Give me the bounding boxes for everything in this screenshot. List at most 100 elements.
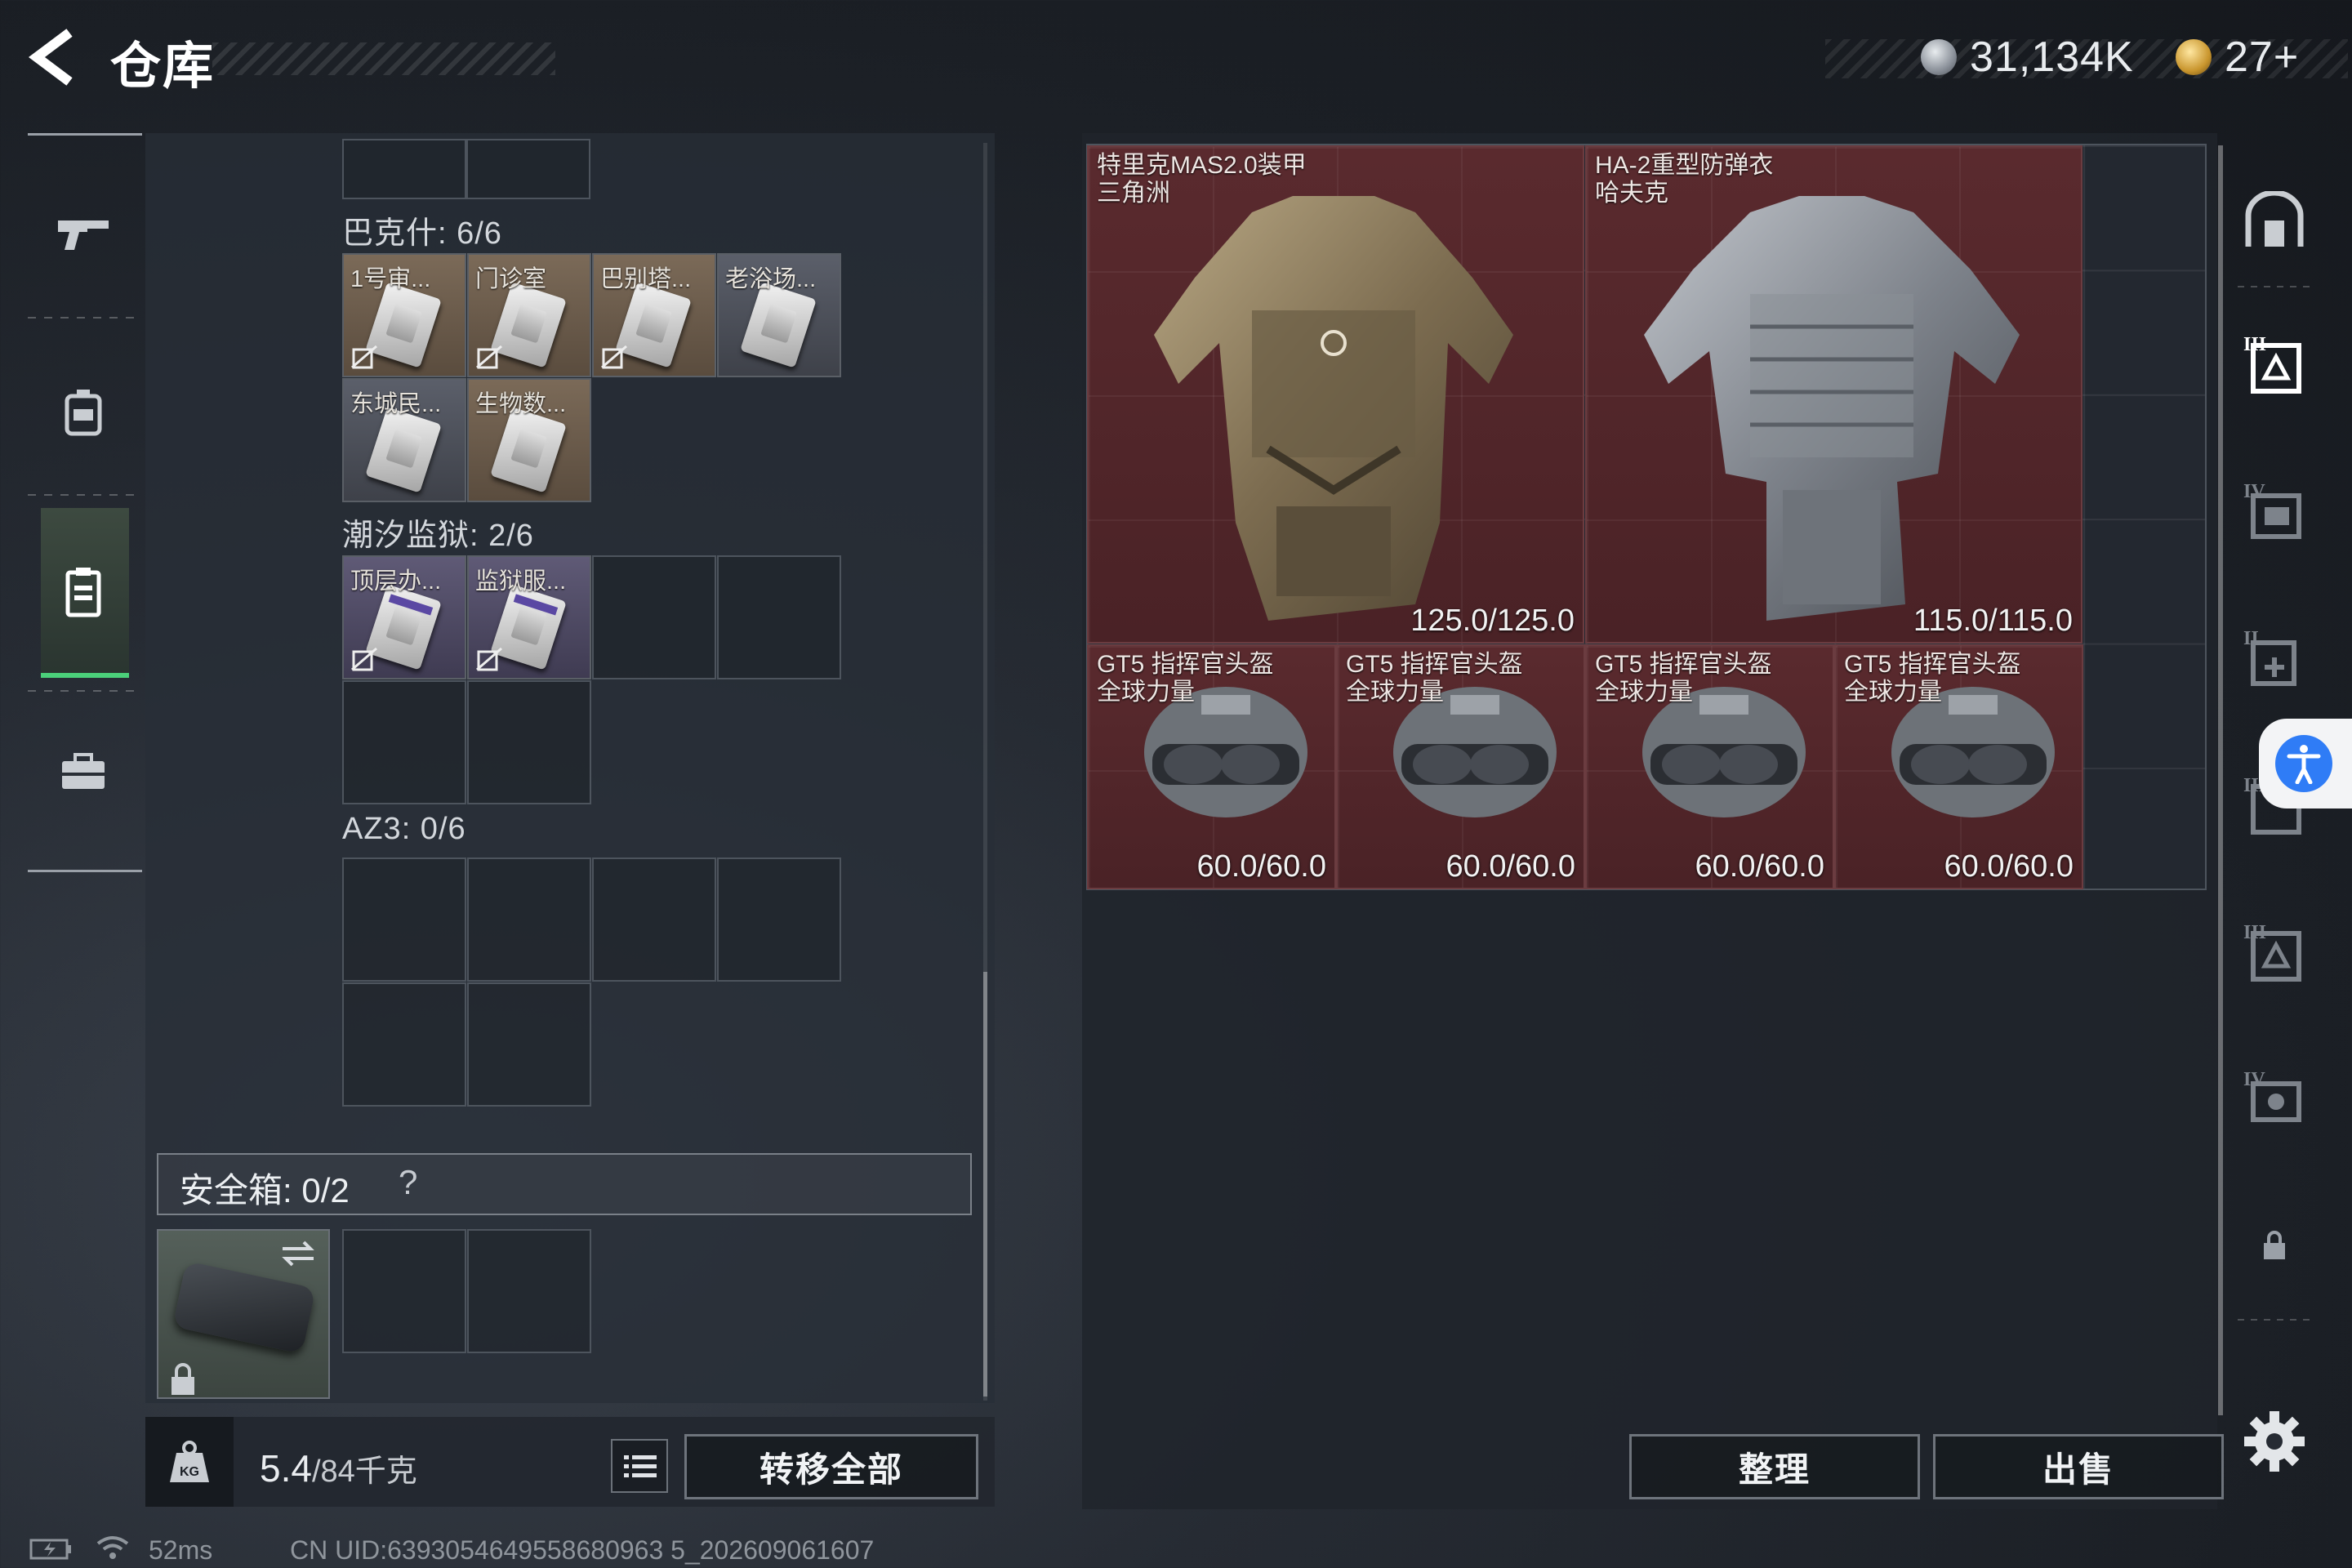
item-name: HA-2重型防弹衣 哈夫克 xyxy=(1595,152,1774,207)
settings-gear-icon[interactable] xyxy=(2238,1405,2311,1478)
durability-readout: 60.0/60.0 xyxy=(1196,849,1326,884)
durability-readout: 115.0/115.0 xyxy=(1913,604,2073,638)
swap-icon[interactable] xyxy=(278,1237,318,1270)
backpack-scroll-thumb[interactable] xyxy=(983,972,987,1396)
keycard-icon xyxy=(490,407,567,493)
stash-page-1-tab[interactable] xyxy=(2238,184,2311,257)
grid-slot[interactable] xyxy=(466,139,590,199)
grid-slot[interactable] xyxy=(467,1229,591,1353)
gold-currency-amount[interactable]: 27+ xyxy=(2225,33,2299,82)
item-name: GT5 指挥官头盔 全球力量 xyxy=(1844,651,2021,706)
silver-coin-icon xyxy=(1921,39,1957,75)
grid-slot[interactable] xyxy=(717,858,841,982)
transfer-all-button[interactable]: 转移全部 xyxy=(684,1434,978,1499)
weight-icon: KG xyxy=(170,1441,209,1482)
item-name: 生物数... xyxy=(475,391,567,417)
grid-slot[interactable] xyxy=(342,139,466,199)
grid-slot[interactable] xyxy=(717,555,841,679)
tools-category-tab[interactable] xyxy=(41,727,126,817)
grid-slot[interactable] xyxy=(342,858,466,982)
no-bind-icon xyxy=(601,345,627,369)
armor-item[interactable]: HA-2重型防弹衣 哈夫克 115.0/115.0 xyxy=(1585,145,2082,644)
lock-icon xyxy=(2264,1231,2285,1259)
keycard-item[interactable]: 巴别塔... xyxy=(592,253,716,377)
keycard-icon xyxy=(740,282,817,368)
keycard-item[interactable]: 东城民... xyxy=(342,378,466,502)
durability-readout: 60.0/60.0 xyxy=(1446,849,1575,884)
title-decoration xyxy=(212,42,555,75)
gold-coin-icon xyxy=(2176,39,2212,75)
keycard-item[interactable]: 1号审... xyxy=(342,253,466,377)
helmet-item[interactable]: GT5 指挥官头盔 全球力量 60.0/60.0 xyxy=(1834,644,2083,889)
sort-button[interactable]: 整理 xyxy=(1629,1434,1920,1499)
grid-slot[interactable] xyxy=(342,982,466,1107)
stash-scrollbar[interactable] xyxy=(2218,145,2223,1415)
helmet-item[interactable]: GT5 指挥官头盔 全球力量 60.0/60.0 xyxy=(1585,644,1834,889)
battery-icon xyxy=(29,1539,71,1560)
top-bar: 仓库 31,134K 27+ xyxy=(0,0,2352,122)
body-armor-icon xyxy=(1154,196,1513,621)
keycard-item[interactable]: 顶层办... xyxy=(342,555,466,679)
stash-page-2-tab[interactable]: III xyxy=(2238,327,2311,400)
safebox-label: 安全箱: 0/2 xyxy=(180,1171,350,1209)
grid-slot[interactable] xyxy=(467,680,591,804)
item-name: 顶层办... xyxy=(350,568,442,595)
durability-readout: 60.0/60.0 xyxy=(1695,849,1824,884)
stash-page-6-tab[interactable]: III xyxy=(2238,915,2311,988)
weight-readout: 5.4/84千克 xyxy=(260,1446,417,1490)
silver-currency-amount: 31,134K xyxy=(1970,33,2134,81)
item-name: 1号审... xyxy=(350,266,431,292)
container-category-tab[interactable] xyxy=(41,547,126,637)
grid-slot[interactable] xyxy=(342,1229,466,1353)
weight-icon-box: KG xyxy=(145,1417,234,1507)
grid-slot[interactable] xyxy=(592,555,716,679)
armor-category-tab[interactable] xyxy=(41,368,126,457)
stash-page-3-tab[interactable]: IV xyxy=(2238,474,2311,547)
stash-page-7-tab[interactable]: IV xyxy=(2238,1062,2311,1135)
rail-divider xyxy=(28,317,142,318)
item-name: 巴别塔... xyxy=(600,266,692,292)
list-view-button[interactable] xyxy=(611,1439,668,1493)
item-name: GT5 指挥官头盔 全球力量 xyxy=(1346,651,1523,706)
grid-slot[interactable] xyxy=(592,858,716,982)
stash-tier-2-icon: II xyxy=(2243,628,2296,686)
ping-readout: 52ms xyxy=(149,1535,213,1565)
armor-item[interactable]: 特里克MAS2.0装甲 三角洲 125.0/125.0 xyxy=(1087,145,1584,644)
weight-max: /84千克 xyxy=(311,1454,417,1489)
svg-text:KG: KG xyxy=(180,1465,199,1479)
keycard-item[interactable]: 监狱服... xyxy=(467,555,591,679)
keycard-item[interactable]: 门诊室 xyxy=(467,253,591,377)
sell-button[interactable]: 出售 xyxy=(1933,1434,2224,1499)
lock-icon xyxy=(172,1363,194,1395)
accessibility-icon xyxy=(2275,735,2332,792)
no-bind-icon xyxy=(476,345,502,369)
section-label: 巴克什: 6/6 xyxy=(342,216,502,251)
safebox-help-button[interactable]: ? xyxy=(399,1163,417,1202)
back-arrow-icon[interactable] xyxy=(24,24,90,98)
keycard-item[interactable]: 生物数... xyxy=(467,378,591,502)
item-name: 东城民... xyxy=(350,391,442,417)
item-name: 监狱服... xyxy=(475,568,567,595)
weapon-category-tab[interactable] xyxy=(41,188,126,278)
stash-tier-4-icon: IV xyxy=(2243,481,2301,539)
helmet-item[interactable]: GT5 指挥官头盔 全球力量 60.0/60.0 xyxy=(1087,644,1336,889)
item-name: 门诊室 xyxy=(475,266,547,292)
vault-icon xyxy=(2245,191,2304,247)
grid-slot[interactable] xyxy=(467,982,591,1107)
grid-slot[interactable] xyxy=(342,680,466,804)
vest-icon xyxy=(65,568,101,617)
stash-page-4-tab[interactable]: II xyxy=(2238,621,2311,694)
page-title: 仓库 xyxy=(110,38,216,95)
locked-stash-tab[interactable] xyxy=(2238,1209,2311,1282)
item-name: 老浴场... xyxy=(725,266,817,292)
wifi-icon xyxy=(96,1536,129,1559)
stash-tier-3-icon: III xyxy=(2243,334,2301,394)
keycard-item[interactable]: 老浴场... xyxy=(717,253,841,377)
stash-tier-3-icon: III xyxy=(2243,922,2301,982)
grid-slot[interactable] xyxy=(467,858,591,982)
briefcase-icon xyxy=(62,753,105,789)
rail-divider xyxy=(2238,1319,2311,1321)
helmet-item[interactable]: GT5 指挥官头盔 全球力量 60.0/60.0 xyxy=(1336,644,1585,889)
no-bind-icon xyxy=(351,647,377,671)
heavy-armor-icon xyxy=(1644,196,2020,621)
